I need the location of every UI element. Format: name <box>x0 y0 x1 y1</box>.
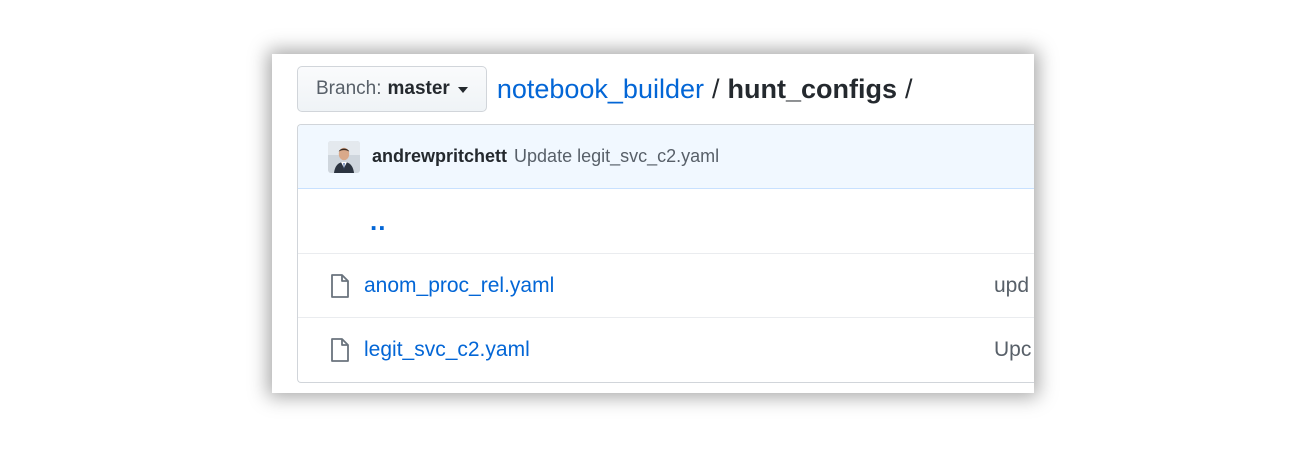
latest-commit-bar: andrewpritchett Update legit_svc_c2.yaml <box>298 125 1034 189</box>
breadcrumb-current-folder: hunt_configs <box>727 73 898 104</box>
commit-author-link[interactable]: andrewpritchett <box>372 146 507 167</box>
file-commit-message-link[interactable]: upd <box>994 274 1029 298</box>
file-row: anom_proc_rel.yaml upd <box>298 253 1034 317</box>
breadcrumb: notebook_builder / hunt_configs / <box>497 74 921 105</box>
parent-directory-row[interactable]: .. <box>298 189 1034 253</box>
commit-message-link[interactable]: Update legit_svc_c2.yaml <box>514 146 719 167</box>
repo-file-browser: Branch: master notebook_builder / hunt_c… <box>272 54 1034 393</box>
file-icon <box>331 337 349 362</box>
file-name-link[interactable]: legit_svc_c2.yaml <box>364 338 530 362</box>
breadcrumb-separator: / <box>711 73 720 104</box>
breadcrumb-separator: / <box>905 73 913 104</box>
branch-selector-button[interactable]: Branch: master <box>297 66 487 112</box>
parent-directory-link[interactable]: .. <box>370 208 386 234</box>
chevron-down-icon <box>457 87 468 93</box>
avatar[interactable] <box>328 140 360 173</box>
file-list: andrewpritchett Update legit_svc_c2.yaml… <box>297 124 1034 383</box>
branch-prefix-label: Branch: <box>316 78 382 99</box>
file-row: legit_svc_c2.yaml Upc <box>298 317 1034 381</box>
branch-name: master <box>387 78 450 99</box>
file-commit-message-link[interactable]: Upc <box>994 338 1031 362</box>
file-icon <box>331 273 349 298</box>
breadcrumb-repo-link[interactable]: notebook_builder <box>497 74 704 105</box>
file-navigation: Branch: master notebook_builder / hunt_c… <box>297 65 921 113</box>
file-name-link[interactable]: anom_proc_rel.yaml <box>364 274 554 298</box>
